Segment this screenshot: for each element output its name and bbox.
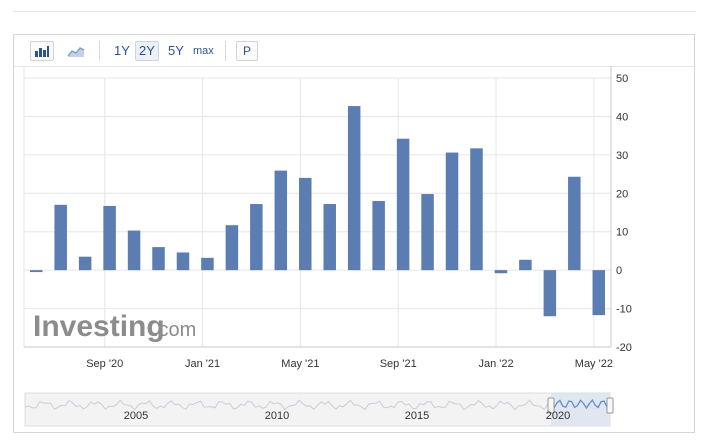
data-bar — [152, 247, 165, 271]
data-bar — [592, 270, 606, 316]
y-tick-label: 50 — [616, 73, 628, 85]
data-bar — [396, 138, 410, 271]
bars-layer — [29, 106, 606, 317]
x-tick-label: May '21 — [281, 358, 319, 370]
data-bar — [127, 230, 141, 271]
watermark-suffix: .com — [153, 319, 196, 341]
x-tick-label: Jan '22 — [478, 358, 513, 370]
y-tick-label: 10 — [616, 227, 628, 239]
x-tick-label: May '22 — [575, 358, 613, 370]
navigator-year-label: 2010 — [265, 410, 289, 422]
data-bar — [299, 177, 312, 271]
data-bar — [347, 106, 361, 271]
navigator-year-label: 2020 — [546, 410, 570, 422]
data-bar — [250, 204, 263, 271]
data-bar — [78, 256, 92, 271]
watermark-brand: Investing — [33, 310, 165, 343]
investing-watermark: Investing .com — [33, 310, 196, 343]
navigator-year-label: 2015 — [405, 410, 429, 422]
data-bar — [103, 205, 116, 271]
y-tick-label: 20 — [616, 188, 628, 200]
data-bar — [372, 200, 385, 271]
data-bar — [421, 194, 434, 271]
y-tick-label: -10 — [616, 304, 632, 316]
data-bar — [543, 270, 557, 317]
x-tick-label: Sep '20 — [86, 358, 123, 370]
x-tick-label: Sep '21 — [380, 358, 417, 370]
data-bar — [519, 259, 532, 271]
data-bar — [445, 152, 459, 271]
data-bar — [176, 252, 190, 271]
data-bar — [323, 204, 336, 271]
data-bar — [470, 148, 483, 271]
navigator-year-label: 2005 — [124, 410, 148, 422]
y-tick-label: -20 — [616, 342, 632, 354]
data-bar — [201, 257, 214, 271]
data-bar — [29, 270, 43, 273]
data-bar — [568, 176, 581, 271]
data-bar — [54, 204, 67, 271]
y-tick-label: 40 — [616, 111, 628, 123]
x-tick-label: Jan '21 — [185, 358, 220, 370]
y-tick-label: 30 — [616, 150, 628, 162]
data-bar — [274, 170, 288, 271]
chart-svg: 50403020100-10-20Sep '20 Jan '21 May '21 Se… — [23, 66, 632, 427]
data-bar — [494, 270, 508, 274]
navigator-track — [24, 392, 611, 427]
y-tick-label: 0 — [616, 265, 622, 277]
data-bar — [225, 225, 239, 271]
navigator-right-handle — [606, 397, 614, 414]
navigator[interactable]: 2005 2010 2015 2020 — [24, 392, 614, 427]
